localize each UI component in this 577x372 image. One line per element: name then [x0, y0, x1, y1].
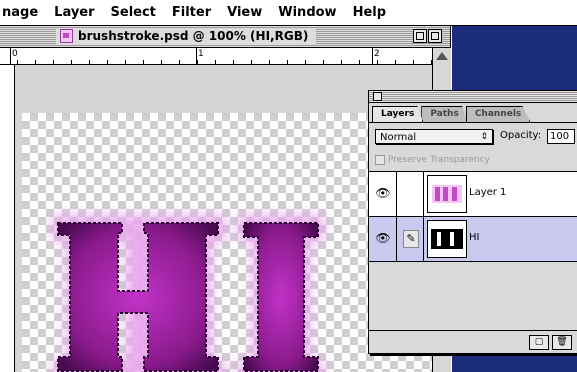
- divider: [423, 217, 424, 261]
- divider: [396, 172, 397, 216]
- preserve-transparency-label: Preserve Transparency: [388, 155, 490, 165]
- checkbox-icon: [375, 155, 385, 165]
- brush-icon: ✎: [403, 230, 419, 248]
- document-title: brushstroke.psd @ 100% (HI,RGB): [78, 29, 309, 43]
- layer-thumbnail: [427, 220, 467, 258]
- trash-icon[interactable]: 🗑: [552, 335, 572, 350]
- menu-select[interactable]: Select: [104, 5, 165, 20]
- menu-help[interactable]: Help: [346, 5, 395, 20]
- new-layer-icon[interactable]: ▢: [529, 335, 549, 350]
- layer-name: HI: [469, 232, 480, 243]
- document-title-bar[interactable]: brushstroke.psd @ 100% (HI,RGB): [0, 26, 450, 48]
- layer-row-hi[interactable]: 👁 ✎ HI: [369, 217, 577, 262]
- palette-close-icon[interactable]: [373, 92, 382, 101]
- menu-layer[interactable]: Layer: [47, 5, 103, 20]
- tab-paths[interactable]: Paths: [421, 106, 468, 122]
- collapse-box-button[interactable]: [428, 29, 442, 43]
- eye-icon[interactable]: 👁: [375, 186, 391, 200]
- layers-list: 👁 Layer 1 👁 ✎ HI: [369, 171, 577, 330]
- opacity-label: Opacity:: [500, 130, 542, 141]
- layer-thumbnail: [427, 175, 467, 213]
- divider: [423, 172, 424, 216]
- vertical-ruler: [0, 65, 15, 372]
- ruler-label: 2: [374, 49, 380, 59]
- palette-title-bar[interactable]: [369, 91, 577, 103]
- menu-bar: nage Layer Select Filter View Window Hel…: [0, 0, 577, 26]
- horizontal-ruler: 0 1 2: [0, 48, 432, 65]
- menu-view[interactable]: View: [220, 5, 271, 20]
- ruler-label: 1: [198, 49, 204, 59]
- tab-channels[interactable]: Channels: [465, 106, 531, 122]
- menu-filter[interactable]: Filter: [165, 5, 220, 20]
- blend-mode-value: Normal: [380, 132, 417, 143]
- ruler-major-tick: [10, 48, 11, 64]
- palette-bottom-bar: ▢ 🗑: [369, 330, 577, 353]
- palette-tabs: Layers Paths Channels: [372, 106, 531, 122]
- layer-row-layer-1[interactable]: 👁 Layer 1: [369, 172, 577, 217]
- preserve-transparency-checkbox[interactable]: Preserve Transparency: [375, 155, 490, 165]
- ruler-major-tick: [196, 48, 197, 64]
- menu-image[interactable]: nage: [0, 5, 47, 20]
- zoom-box-button[interactable]: [413, 29, 427, 43]
- tab-divider: [369, 122, 577, 123]
- menu-window[interactable]: Window: [271, 5, 345, 20]
- stepper-arrows-icon: ⇕: [480, 132, 488, 142]
- ruler-major-tick: [372, 48, 373, 64]
- opacity-input[interactable]: 100: [547, 129, 575, 144]
- document-icon: [60, 29, 73, 43]
- layers-palette: Layers Paths Channels Normal ⇕ Opacity: …: [368, 90, 577, 354]
- ruler-label: 0: [12, 49, 18, 59]
- blend-mode-select[interactable]: Normal ⇕: [375, 129, 493, 144]
- divider: [396, 217, 397, 261]
- tab-layers[interactable]: Layers: [372, 106, 424, 122]
- layer-name: Layer 1: [469, 187, 507, 198]
- scroll-up-arrow-icon[interactable]: [436, 52, 448, 60]
- document-title-box: brushstroke.psd @ 100% (HI,RGB): [56, 28, 317, 44]
- eye-icon[interactable]: 👁: [375, 231, 391, 245]
